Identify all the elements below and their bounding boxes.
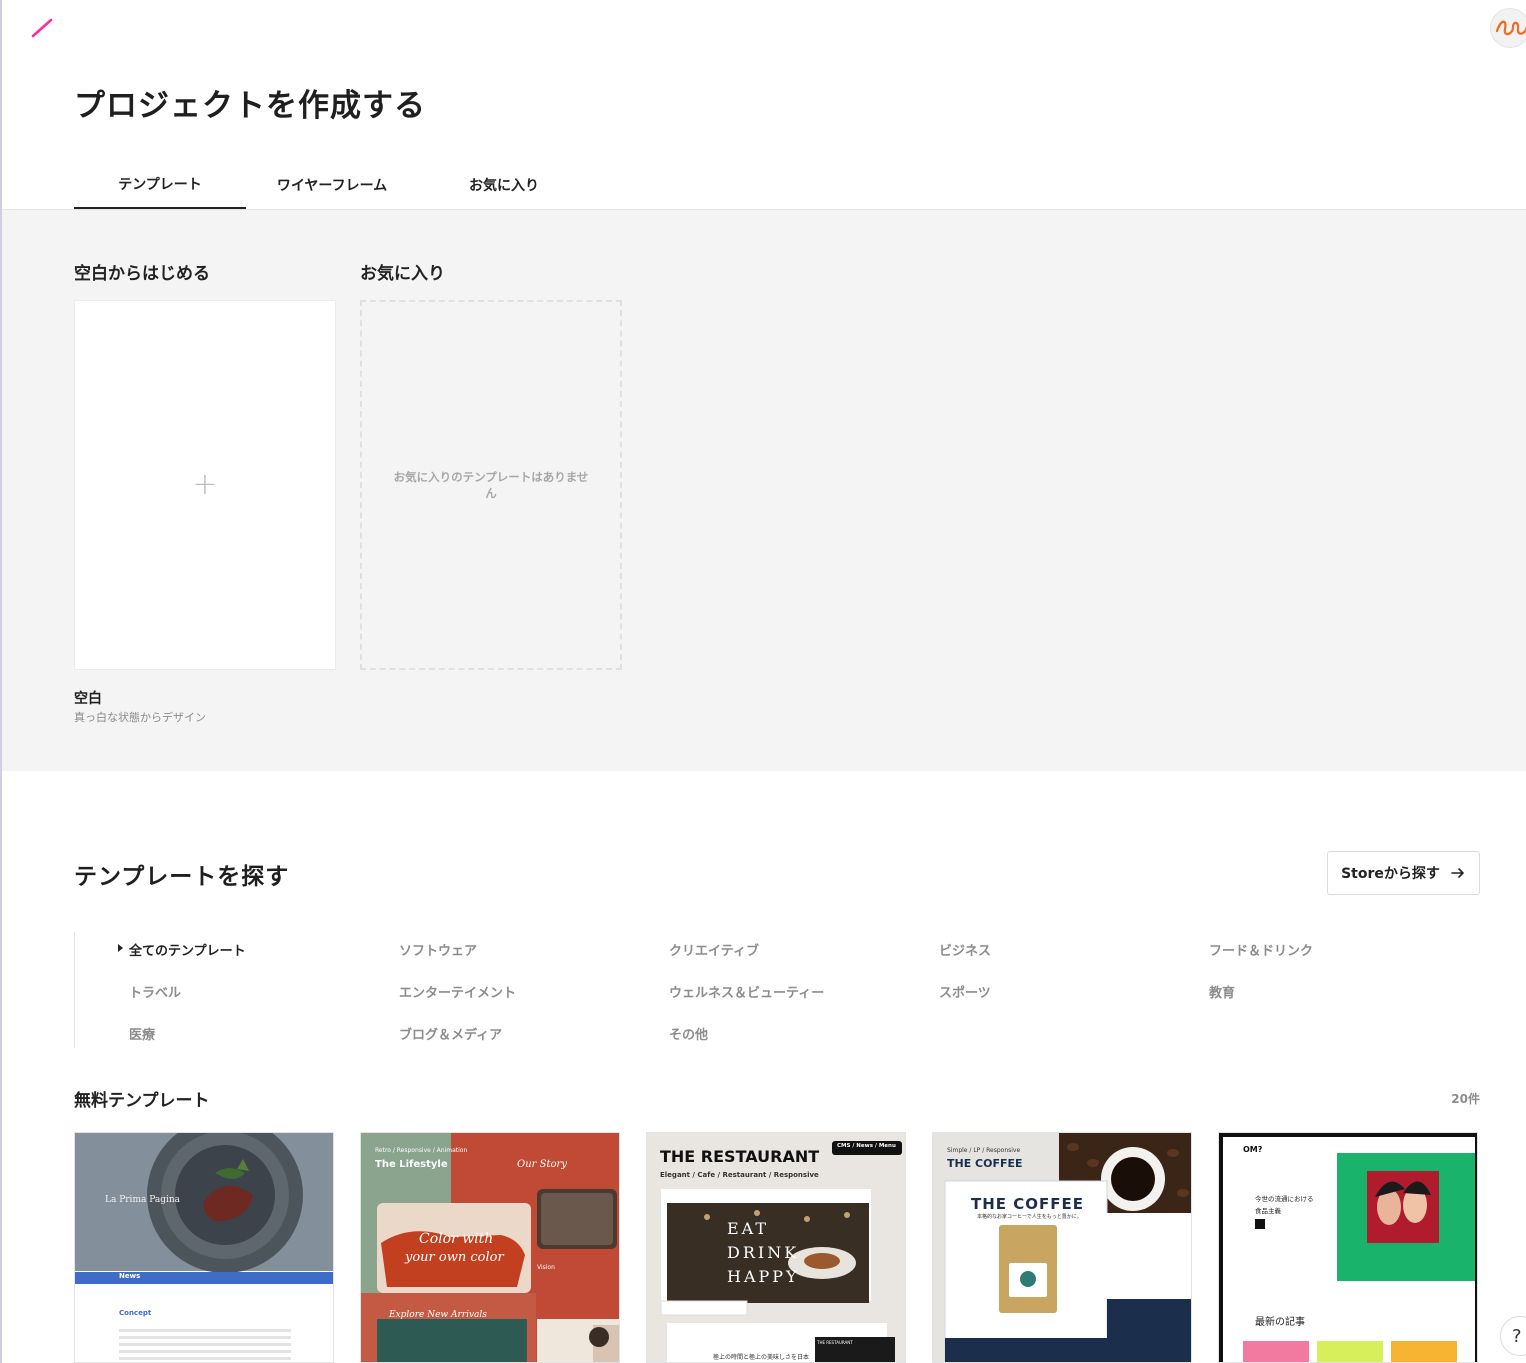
category-sports[interactable]: スポーツ xyxy=(939,982,991,1001)
template-script-color: Color with xyxy=(419,1231,494,1247)
template-news-label: News xyxy=(119,1272,141,1280)
template-card-om[interactable]: OM? 今世の流通における 食品主義 最新の記事 xyxy=(1218,1132,1478,1363)
user-avatar[interactable] xyxy=(1490,8,1526,48)
template-tags: Retro / Responsive / Animation xyxy=(375,1147,468,1154)
category-wellness-beauty[interactable]: ウェルネス＆ビューティー xyxy=(669,982,824,1001)
template-inner-title: THE COFFEE xyxy=(971,1195,1085,1213)
category-travel[interactable]: トラベル xyxy=(129,982,181,1001)
category-education[interactable]: 教育 xyxy=(1209,982,1235,1001)
template-subhead: THE RESTAURANT xyxy=(817,1340,853,1345)
page-title: プロジェクトを作成する xyxy=(74,88,426,124)
tab-templates[interactable]: テンプレート xyxy=(74,160,246,209)
category-blog-media[interactable]: ブログ＆メディア xyxy=(399,1024,502,1043)
caret-right-icon xyxy=(118,944,123,952)
template-card-the-restaurant[interactable]: THE RESTAURANT Elegant / Cafe / Restaura… xyxy=(646,1132,906,1363)
template-hero-eat: EAT xyxy=(727,1219,770,1238)
app-logo-icon[interactable] xyxy=(30,16,54,40)
category-all[interactable]: 全てのテンプレート xyxy=(129,940,246,959)
plus-icon: + xyxy=(192,467,218,502)
template-thumbnail xyxy=(75,1133,333,1362)
category-other[interactable]: その他 xyxy=(669,1024,708,1043)
template-script-vision: Vision xyxy=(537,1264,555,1271)
favorites-empty-state: お気に入りのテンプレートはありません xyxy=(360,300,622,670)
template-caption-1: 今世の流通における xyxy=(1255,1195,1314,1203)
tab-wireframes[interactable]: ワイヤーフレーム xyxy=(246,160,418,209)
template-title: THE RESTAURANT xyxy=(660,1147,820,1166)
template-card-la-prima-pagina[interactable]: La Prima Pagina News Concept xyxy=(74,1132,334,1363)
template-caption-2: 食品主義 xyxy=(1255,1207,1281,1215)
template-caption: 極上の時間と極上の美味しさを日本 xyxy=(713,1354,810,1361)
template-inner-sub: 本格的なお家コーヒーで人生をもっと豊かに。 xyxy=(977,1214,1082,1220)
template-logo: OM? xyxy=(1243,1145,1263,1154)
avatar-signature-icon xyxy=(1495,20,1526,36)
template-script-our-story: Our Story xyxy=(517,1159,567,1170)
template-hero-happy: HAPPY xyxy=(727,1267,800,1286)
template-title: THE COFFEE xyxy=(947,1157,1023,1170)
template-card-the-lifestyle[interactable]: Retro / Responsive / Animation The Lifes… xyxy=(360,1132,620,1363)
free-templates-title: 無料テンプレート xyxy=(74,1091,210,1111)
category-entertainment[interactable]: エンターテイメント xyxy=(399,982,516,1001)
category-medical[interactable]: 医療 xyxy=(129,1024,155,1043)
blank-card-title: 空白 xyxy=(74,691,102,707)
category-divider xyxy=(74,932,75,1048)
template-hero-drink: DRINK xyxy=(727,1243,800,1262)
help-button[interactable]: ? xyxy=(1500,1316,1526,1356)
template-brand: La Prima Pagina xyxy=(105,1195,181,1205)
template-tags: Simple / LP / Responsive xyxy=(947,1147,1021,1154)
tab-bar: テンプレート ワイヤーフレーム お気に入り xyxy=(74,160,590,210)
template-tags: Elegant / Cafe / Restaurant / Responsive xyxy=(660,1171,819,1179)
category-business[interactable]: ビジネス xyxy=(939,940,991,959)
start-heading: 空白からはじめる xyxy=(74,264,210,284)
store-button[interactable]: Storeから探す xyxy=(1327,851,1480,895)
store-button-label: Storeから探す xyxy=(1341,866,1440,882)
template-section-label: 最新の記事 xyxy=(1255,1317,1305,1328)
free-templates-count: 20件 xyxy=(1451,1092,1480,1106)
template-script-arrivals: Explore New Arrivals xyxy=(389,1310,487,1320)
category-creative[interactable]: クリエイティブ xyxy=(669,940,759,959)
category-software[interactable]: ソフトウェア xyxy=(399,940,477,959)
arrow-right-icon xyxy=(1451,868,1464,878)
blank-card-subtitle: 真っ白な状態からデザイン xyxy=(74,711,206,724)
favorites-heading: お気に入り xyxy=(360,264,445,284)
blank-project-card[interactable]: + xyxy=(74,300,336,670)
favorites-empty-text: お気に入りのテンプレートはありません xyxy=(393,469,589,500)
template-section-label: Concept xyxy=(119,1309,152,1317)
template-thumbnail xyxy=(1219,1133,1477,1362)
template-card-the-coffee[interactable]: Simple / LP / Responsive THE COFFEE THE … xyxy=(932,1132,1192,1363)
explore-title: テンプレートを探す xyxy=(74,864,290,890)
template-title: The Lifestyle xyxy=(375,1159,448,1170)
template-badge: CMS / News / Menu xyxy=(837,1143,896,1149)
tab-favorites[interactable]: お気に入り xyxy=(418,160,590,209)
template-script-own-color: your own color xyxy=(405,1250,504,1265)
category-food-drink[interactable]: フード＆ドリンク xyxy=(1209,940,1313,959)
